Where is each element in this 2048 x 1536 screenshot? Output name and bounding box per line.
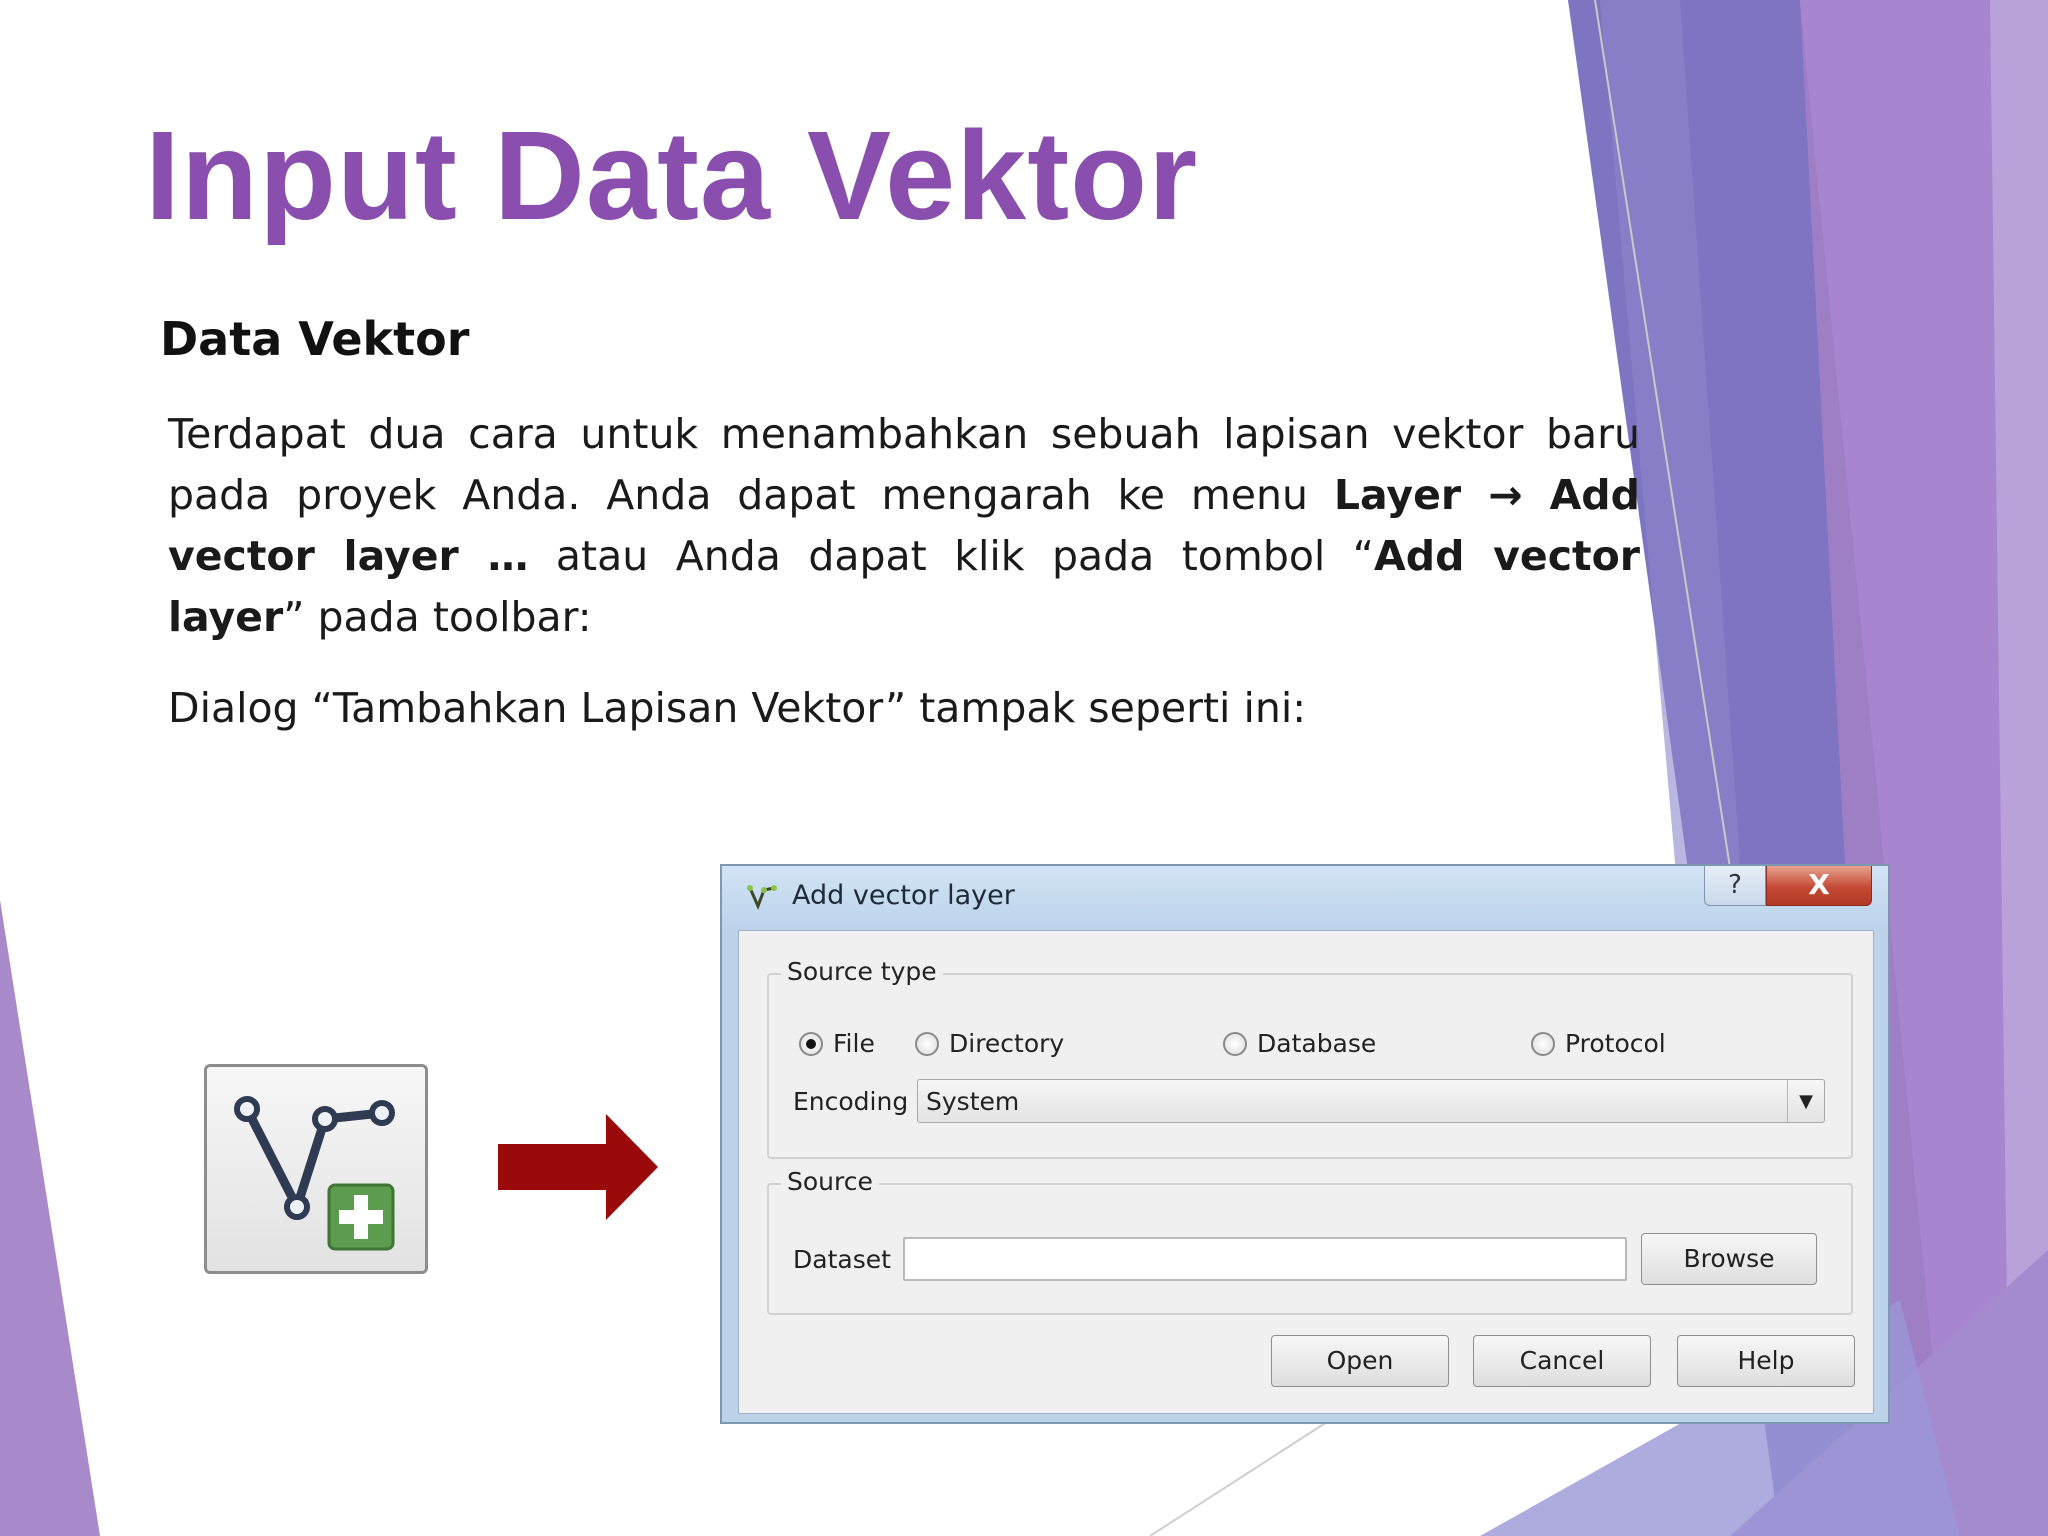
dataset-label: Dataset <box>793 1245 891 1274</box>
source-legend: Source <box>781 1167 879 1196</box>
slide-title: Input Data Vektor <box>145 105 1199 246</box>
encoding-value: System <box>926 1087 1020 1116</box>
add-vector-layer-icon[interactable] <box>204 1064 428 1274</box>
radio-file-label: File <box>833 1029 875 1058</box>
cancel-button[interactable]: Cancel <box>1473 1335 1651 1387</box>
chevron-down-icon[interactable]: ▼ <box>1787 1080 1824 1122</box>
encoding-label: Encoding <box>793 1087 909 1116</box>
radio-directory-indicator[interactable] <box>915 1031 939 1056</box>
source-type-legend: Source type <box>781 957 943 986</box>
radio-database-label: Database <box>1257 1029 1377 1058</box>
radio-file-indicator[interactable] <box>799 1031 823 1056</box>
encoding-select[interactable]: System ▼ <box>917 1079 1825 1123</box>
dialog-body: Source type File Directory Database Prot… <box>738 930 1874 1414</box>
intro-paragraph: Terdapat dua cara untuk menambahkan sebu… <box>168 404 1640 648</box>
vector-layer-icon <box>747 885 777 910</box>
help-button[interactable]: Help <box>1677 1335 1855 1387</box>
close-icon[interactable]: X <box>1766 866 1872 906</box>
dialog-title: Add vector layer <box>792 880 1015 911</box>
radio-protocol-label: Protocol <box>1565 1029 1666 1058</box>
dialog-titlebar[interactable]: Add vector layer ? X <box>722 866 1888 926</box>
help-icon[interactable]: ? <box>1704 866 1766 906</box>
radio-protocol-indicator[interactable] <box>1531 1031 1555 1056</box>
radio-database-indicator[interactable] <box>1223 1031 1247 1056</box>
section-heading: Data Vektor <box>160 312 470 366</box>
radio-file[interactable]: File <box>799 1029 875 1058</box>
open-button[interactable]: Open <box>1271 1335 1449 1387</box>
dialog-intro-paragraph: Dialog “Tambahkan Lapisan Vektor” tampak… <box>168 684 1307 732</box>
radio-directory[interactable]: Directory <box>915 1029 1064 1058</box>
right-arrow-icon <box>498 1114 658 1220</box>
source-type-group: Source type File Directory Database Prot… <box>767 957 1853 1159</box>
dataset-input[interactable] <box>903 1237 1627 1281</box>
radio-protocol[interactable]: Protocol <box>1531 1029 1666 1058</box>
add-vector-layer-dialog: Add vector layer ? X Source type File Di… <box>720 864 1890 1424</box>
radio-database[interactable]: Database <box>1223 1029 1376 1058</box>
source-group: Source Dataset Browse <box>767 1167 1853 1315</box>
radio-directory-label: Directory <box>949 1029 1065 1058</box>
intro-text-3: ” pada toolbar: <box>283 593 592 641</box>
browse-button[interactable]: Browse <box>1641 1233 1817 1285</box>
intro-text-2: atau Anda dapat klik pada tombol “ <box>528 532 1375 580</box>
